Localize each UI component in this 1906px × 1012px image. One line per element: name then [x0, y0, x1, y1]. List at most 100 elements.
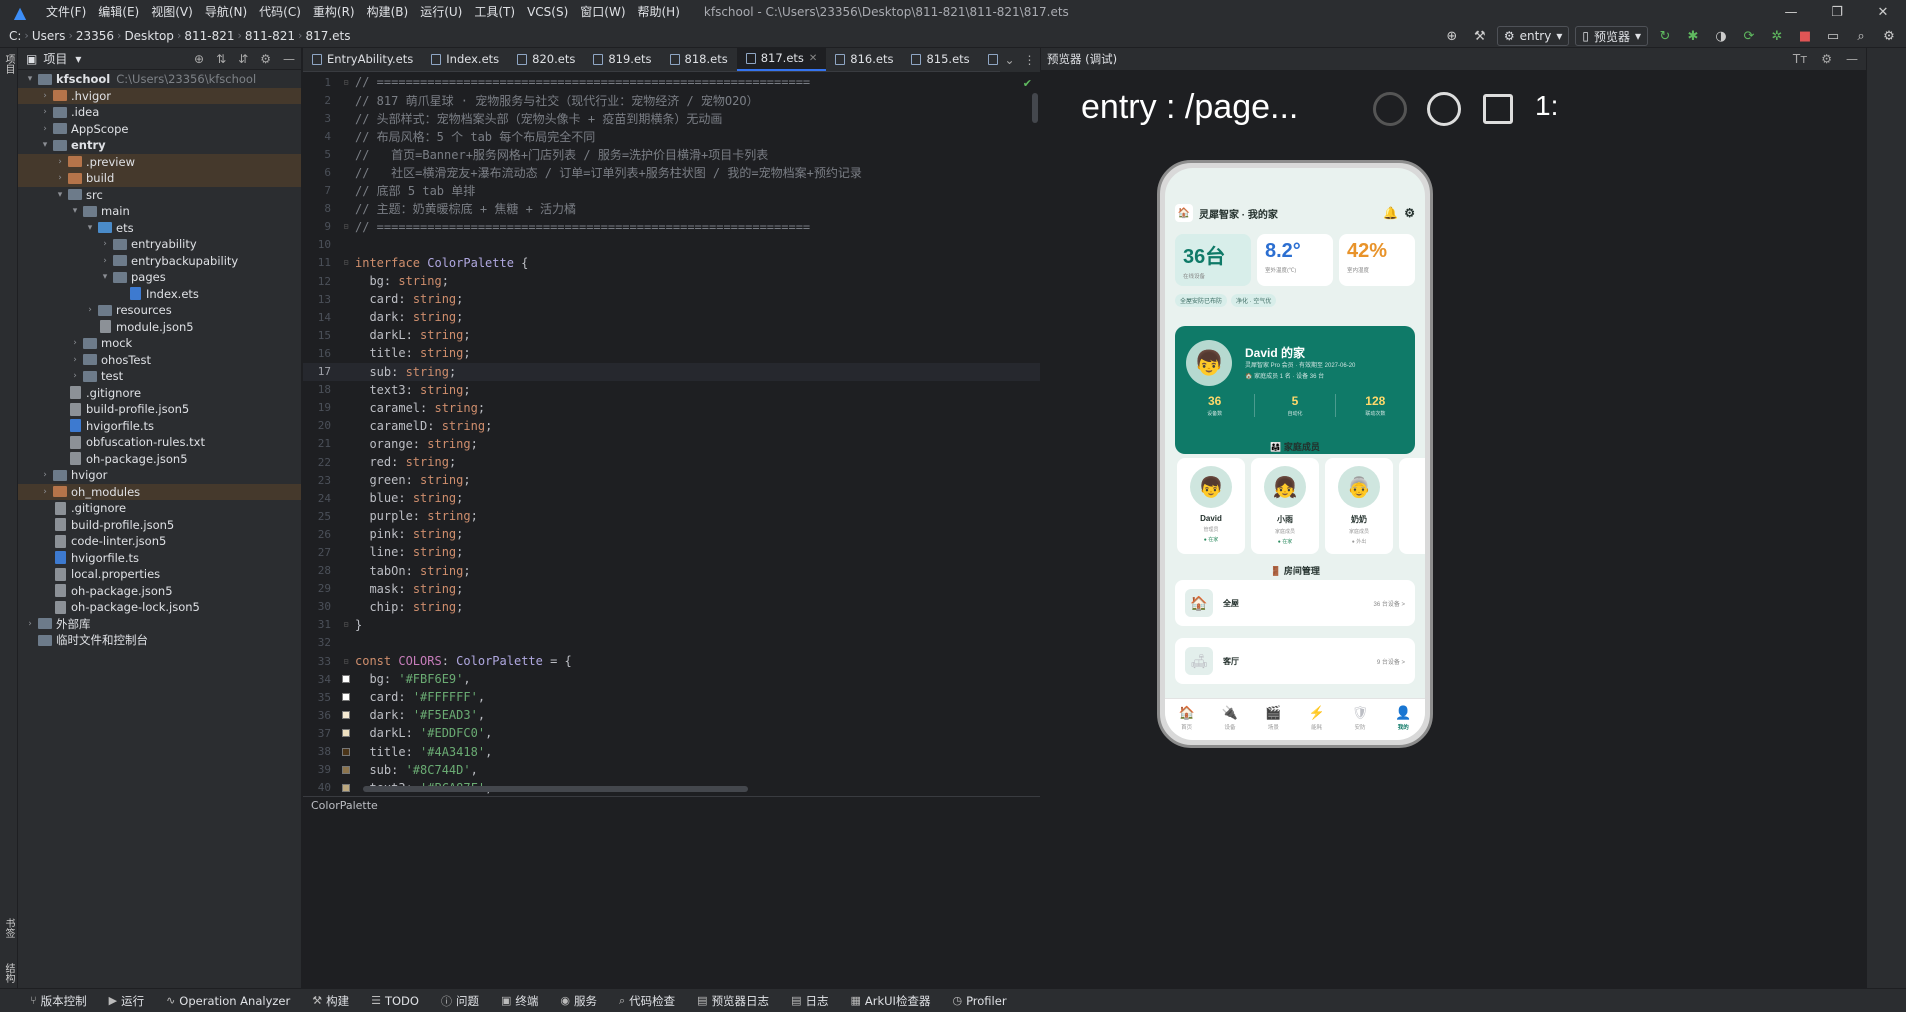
tree-item[interactable]: .gitignore — [18, 385, 301, 402]
minimize-icon[interactable]: — — [1768, 0, 1814, 24]
tree-item[interactable]: obfuscation-rules.txt — [18, 434, 301, 451]
fit-screen-icon[interactable] — [1483, 94, 1513, 124]
tree-item[interactable]: ▾ entry — [18, 137, 301, 154]
status-tool-8[interactable]: ⌕ 代码检查 — [619, 993, 675, 1009]
zoom-ratio[interactable]: 1: — [1535, 90, 1558, 122]
search-icon[interactable]: ⌕ — [1850, 25, 1872, 47]
tree-item[interactable]: › entrybackupability — [18, 253, 301, 270]
hammer-icon[interactable]: ⚒ — [1469, 25, 1491, 47]
status-tool-4[interactable]: ☰ TODO — [371, 994, 419, 1008]
tree-item[interactable]: hvigorfile.ts — [18, 418, 301, 435]
breadcrumb-item[interactable]: C: — [6, 29, 24, 43]
menu-item[interactable]: 导航(N) — [199, 0, 253, 24]
apply-changes-icon[interactable]: ⟳ — [1738, 25, 1760, 47]
editor-tab[interactable]: 816.ets — [826, 47, 902, 71]
tree-item[interactable]: › build — [18, 170, 301, 187]
tree-item[interactable]: › ohosTest — [18, 352, 301, 369]
editor-breadcrumb[interactable]: ColorPalette — [303, 796, 1040, 814]
breadcrumb-item[interactable]: Desktop — [121, 29, 177, 43]
rerun-icon[interactable]: ↻ — [1654, 25, 1676, 47]
maximize-icon[interactable]: ❐ — [1814, 0, 1860, 24]
status-tool-7[interactable]: ◉ 服务 — [560, 993, 597, 1009]
tree-item[interactable]: › entryability — [18, 236, 301, 253]
hide-icon[interactable]: — — [1846, 52, 1858, 66]
status-tool-12[interactable]: ◷ Profiler — [952, 994, 1006, 1008]
status-tool-6[interactable]: ▣ 终端 — [501, 993, 538, 1009]
attach-debugger-icon[interactable]: ✲ — [1766, 25, 1788, 47]
member-card[interactable] — [1399, 458, 1425, 554]
structure-tool-tab[interactable]: 结构 — [2, 963, 16, 983]
close-icon[interactable]: ✕ — [1860, 0, 1906, 24]
tree-item[interactable]: local.properties — [18, 566, 301, 583]
tree-item[interactable]: › mock — [18, 335, 301, 352]
tree-item[interactable]: › AppScope — [18, 121, 301, 138]
member-card[interactable]: 👦 David 管理员 ● 在家 — [1177, 458, 1245, 554]
editor-tab[interactable]: EntryAbility.ets — [303, 47, 422, 71]
close-icon[interactable]: ✕ — [809, 53, 817, 64]
fold-icon[interactable]: ⊟ — [344, 78, 349, 87]
editor-tab[interactable]: 818.ets — [661, 47, 737, 71]
editor-tab[interactable]: 817.ets ✕ — [736, 47, 827, 71]
hide-icon[interactable]: — — [283, 52, 295, 66]
tab-0[interactable]: 🏠 首页 — [1165, 699, 1208, 740]
tree-item[interactable]: ▾ main — [18, 203, 301, 220]
target-icon[interactable]: ⊕ — [1441, 25, 1463, 47]
settings-icon[interactable]: ⚙ — [1878, 25, 1900, 47]
stat-card[interactable]: 8.2° 室外温度(℃) — [1257, 234, 1333, 286]
gear-icon[interactable]: ⚙ — [1821, 52, 1832, 66]
status-tool-9[interactable]: ▤ 预览器日志 — [697, 993, 769, 1009]
locate-icon[interactable]: ⊕ — [194, 52, 204, 66]
menu-item[interactable]: 视图(V) — [145, 0, 199, 24]
code-area[interactable]: 1 ⊟ // ===================================… — [303, 73, 1040, 797]
tree-item[interactable]: hvigorfile.ts — [18, 550, 301, 567]
project-panel-title[interactable]: 项目 — [43, 50, 67, 67]
tab-5[interactable]: 👤 我的 — [1382, 699, 1425, 740]
tree-item[interactable]: › test — [18, 368, 301, 385]
tree-item[interactable]: › hvigor — [18, 467, 301, 484]
expand-all-icon[interactable]: ⇅ — [216, 52, 226, 66]
tree-item[interactable]: ▾ pages — [18, 269, 301, 286]
status-tool-1[interactable]: ▶ 运行 — [109, 993, 144, 1009]
status-tool-2[interactable]: ∿ Operation Analyzer — [166, 994, 290, 1008]
editor-tab[interactable]: 820.ets — [508, 47, 584, 71]
gear-icon[interactable]: ⚙ — [260, 52, 271, 66]
module-select[interactable]: ⚙ entry ▾ — [1496, 26, 1570, 46]
vertical-scrollbar[interactable] — [1032, 93, 1038, 123]
status-tool-11[interactable]: ▦ ArkUI检查器 — [850, 993, 930, 1009]
tree-item[interactable]: oh-package-lock.json5 — [18, 599, 301, 616]
tab-1[interactable]: 🔌 设备 — [1208, 699, 1251, 740]
tree-item[interactable]: Index.ets — [18, 286, 301, 303]
menu-item[interactable]: 帮助(H) — [632, 0, 686, 24]
debug-icon[interactable]: ✱ — [1682, 25, 1704, 47]
tree-item[interactable]: ▾ src — [18, 187, 301, 204]
breadcrumb-item[interactable]: 811-821 — [181, 29, 237, 43]
menu-item[interactable]: VCS(S) — [521, 0, 574, 24]
fold-icon[interactable]: ⊟ — [344, 620, 349, 629]
profile-icon[interactable]: ◑ — [1710, 25, 1732, 47]
gear-icon[interactable]: ⚙ — [1404, 206, 1415, 220]
menu-item[interactable]: 构建(B) — [361, 0, 415, 24]
bell-icon[interactable]: 🔔 — [1383, 206, 1398, 220]
tree-item[interactable]: .gitignore — [18, 500, 301, 517]
stop-icon[interactable]: ■ — [1794, 25, 1816, 47]
tab-3[interactable]: ⚡ 能耗 — [1295, 699, 1338, 740]
device-manager-icon[interactable]: ▭ — [1822, 25, 1844, 47]
room-card[interactable]: 🛋 客厅 9 台设备 > — [1175, 638, 1415, 684]
zoom-out-icon[interactable] — [1373, 92, 1407, 126]
tree-item[interactable]: 临时文件和控制台 — [18, 632, 301, 649]
status-tool-0[interactable]: ⑂ 版本控制 — [30, 993, 87, 1009]
tab-4[interactable]: 🛡 安防 — [1338, 699, 1381, 740]
tree-item[interactable]: › .idea — [18, 104, 301, 121]
tree-item[interactable]: › oh_modules — [18, 483, 301, 500]
tree-item[interactable]: › .preview — [18, 153, 301, 170]
menu-item[interactable]: 工具(T) — [468, 0, 521, 24]
project-tool-tab[interactable]: 项目 — [2, 54, 16, 74]
menu-item[interactable]: 编辑(E) — [92, 0, 145, 24]
tree-item[interactable]: module.json5 — [18, 319, 301, 336]
breadcrumb-item[interactable]: 817.ets — [302, 29, 353, 43]
stat-card[interactable]: 36台 在线设备 — [1175, 234, 1251, 286]
horizontal-scrollbar[interactable] — [363, 786, 748, 792]
menu-item[interactable]: 运行(U) — [414, 0, 468, 24]
breadcrumb-item[interactable]: 811-821 — [242, 29, 298, 43]
collapse-all-icon[interactable]: ⇵ — [238, 52, 248, 66]
